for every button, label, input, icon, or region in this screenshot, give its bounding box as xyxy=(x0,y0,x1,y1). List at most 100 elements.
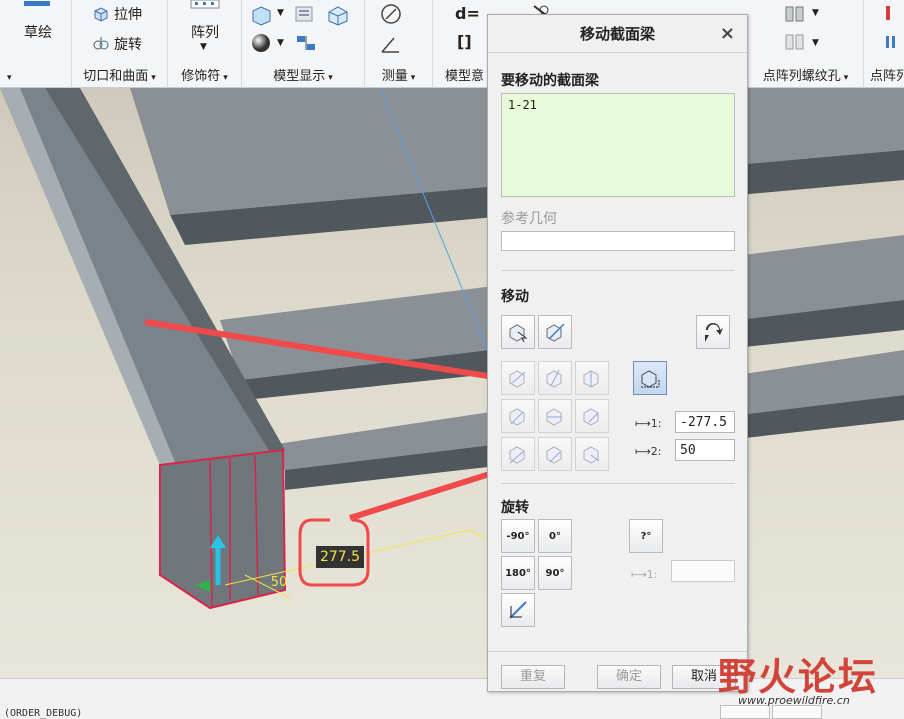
thread-hole-icon[interactable] xyxy=(784,4,806,24)
rotate-align-button[interactable] xyxy=(501,593,535,627)
move-option-2[interactable] xyxy=(538,361,572,395)
offset2-input[interactable]: 50 xyxy=(675,439,735,461)
offset1-input[interactable]: -277.5 xyxy=(675,411,735,433)
explode-view-icon[interactable] xyxy=(294,32,318,54)
move-cube-icon-1 xyxy=(509,370,526,388)
rotate-custom-icon: ?° xyxy=(640,530,652,542)
group-measure-label[interactable]: 测量 ▾ xyxy=(365,65,432,84)
pattern-icon xyxy=(190,0,220,9)
repeat-button[interactable]: 重复 xyxy=(501,665,565,689)
move-beam-dialog: 移动截面梁 × 要移动的截面梁 1-21 参考几何 移动 ⟼1: -277.5 … xyxy=(487,14,748,692)
dimension-50-label[interactable]: 50 xyxy=(266,574,292,592)
rotate-value-input[interactable] xyxy=(671,560,735,582)
dimension-icon-3: ⟼ xyxy=(631,568,647,581)
move-offset-button[interactable] xyxy=(633,361,667,395)
point-pattern-caret[interactable]: ▼ xyxy=(812,38,819,48)
move-option-8[interactable] xyxy=(538,437,572,471)
rotate-0-button[interactable]: 0° xyxy=(538,519,572,553)
separator-2 xyxy=(501,483,735,484)
view-cube-icon[interactable] xyxy=(326,4,350,26)
move-reference-button[interactable] xyxy=(538,315,572,349)
group-point-pattern-thread-label[interactable]: 点阵列螺纹孔 ▾ xyxy=(748,65,863,84)
move-option-3[interactable] xyxy=(575,361,609,395)
rotate-custom-button[interactable]: ?° xyxy=(629,519,663,553)
move-option-7[interactable] xyxy=(501,437,535,471)
rotate-180-button[interactable]: 180° xyxy=(501,556,535,590)
group-measure: 测量 ▾ xyxy=(365,0,433,88)
move-cube-icon-3 xyxy=(583,370,599,388)
rotate-neg90-button[interactable]: -90° xyxy=(501,519,535,553)
beams-collector[interactable]: 1-21 xyxy=(501,93,735,197)
rotate-90-button[interactable]: 90° xyxy=(538,556,572,590)
move-cube-icon-9 xyxy=(583,446,600,464)
reference-cube-icon xyxy=(546,323,565,342)
point-pattern2-icon[interactable] xyxy=(884,4,904,24)
dialog-titlebar: 移动截面梁 × xyxy=(488,15,747,53)
ref-geom-collector[interactable] xyxy=(501,231,735,251)
model-render xyxy=(0,88,904,610)
sketch-button[interactable]: 草绘 xyxy=(24,22,52,42)
group-model-intent-label[interactable]: 模型意 xyxy=(445,65,487,84)
move-label: 移动 xyxy=(501,289,529,305)
revolve-button[interactable]: 旋转 xyxy=(92,34,142,54)
measure-icon[interactable] xyxy=(379,2,403,26)
group-model-display: ▼ ▼ 模型显示 ▾ xyxy=(242,0,365,88)
point-pattern-icon[interactable] xyxy=(784,32,806,52)
rotate-value-label: ⟼1: xyxy=(631,568,658,581)
move-cube-icon-2 xyxy=(546,369,562,388)
thread-hole-caret[interactable]: ▼ xyxy=(812,8,819,18)
extrude-button[interactable]: 拉伸 xyxy=(92,4,142,24)
group-cut-surface: 拉伸 旋转 切口和曲面 ▾ xyxy=(72,0,168,88)
display-style-caret[interactable]: ▼ xyxy=(277,8,284,18)
parameters-icon[interactable]: d= xyxy=(455,4,480,23)
dimension-277-label[interactable]: 277.5 xyxy=(316,546,364,568)
appearance-caret[interactable]: ▼ xyxy=(277,38,284,48)
group-sketch-caret[interactable]: ▾ xyxy=(4,69,71,84)
watermark-brand: 野火论坛 xyxy=(718,655,879,699)
align-arrow-icon xyxy=(509,601,527,619)
layers-icon[interactable] xyxy=(294,4,316,24)
display-style-icon[interactable] xyxy=(250,4,274,26)
move-option-5[interactable] xyxy=(538,399,572,433)
group-model-display-label[interactable]: 模型显示 ▾ xyxy=(242,65,364,84)
appearance-sphere-icon[interactable] xyxy=(250,32,272,54)
move-option-4[interactable] xyxy=(501,399,535,433)
close-icon[interactable]: × xyxy=(720,15,735,53)
flip-icon xyxy=(705,323,723,342)
status-box-1[interactable] xyxy=(720,705,770,719)
pattern-dropdown-icon[interactable]: ▼ xyxy=(200,42,207,52)
dimension-icon: ⟼ xyxy=(635,417,651,430)
relations-icon[interactable]: [] xyxy=(457,32,472,51)
watermark-url: www.proewildfire.cn xyxy=(738,694,850,707)
watermark: 野火论坛 www.proewildfire.cn xyxy=(718,646,904,707)
move-drag-button[interactable] xyxy=(501,315,535,349)
offset1-label: ⟼1: xyxy=(635,417,662,430)
app-window: 草绘 ▾ 拉伸 旋转 切口和曲面 ▾ 阵列 ▼ 修饰符 ▾ ▼ ▼ 模型显示 ▾… xyxy=(0,0,904,719)
move-cube-icon-8 xyxy=(546,446,562,464)
move-option-9[interactable] xyxy=(575,437,609,471)
rotate-label: 旋转 xyxy=(501,500,529,516)
dimension-icon-2: ⟼ xyxy=(635,445,651,458)
move-cube-icon-5 xyxy=(546,408,562,426)
ribbon: 草绘 ▾ 拉伸 旋转 切口和曲面 ▾ 阵列 ▼ 修饰符 ▾ ▼ ▼ 模型显示 ▾… xyxy=(0,0,904,88)
sketch-icon xyxy=(24,1,50,6)
rotate-neg90-icon: -90° xyxy=(506,530,530,542)
group-point-pattern2: 点阵列 xyxy=(864,0,904,88)
move-option-1[interactable] xyxy=(501,361,535,395)
ok-button[interactable]: 确定 xyxy=(597,665,661,689)
point-pattern3-icon[interactable] xyxy=(884,32,904,52)
move-option-6[interactable] xyxy=(575,399,609,433)
flip-button[interactable] xyxy=(696,315,730,349)
dialog-title: 移动截面梁 xyxy=(579,25,655,43)
move-cube-icon-4 xyxy=(509,408,525,426)
move-cube-icon-7 xyxy=(509,446,525,464)
pattern-button[interactable]: 阵列 xyxy=(191,22,219,42)
revolve-icon xyxy=(93,37,109,50)
group-point-pattern2-label[interactable]: 点阵列 xyxy=(870,65,904,84)
graphics-viewport[interactable] xyxy=(0,88,904,678)
offset-cube-icon xyxy=(641,370,660,388)
group-cut-surface-label[interactable]: 切口和曲面 ▾ xyxy=(72,65,167,84)
status-box-2[interactable] xyxy=(772,705,822,719)
group-modifiers-label[interactable]: 修饰符 ▾ xyxy=(168,65,241,84)
angle-measure-icon[interactable] xyxy=(379,32,403,56)
